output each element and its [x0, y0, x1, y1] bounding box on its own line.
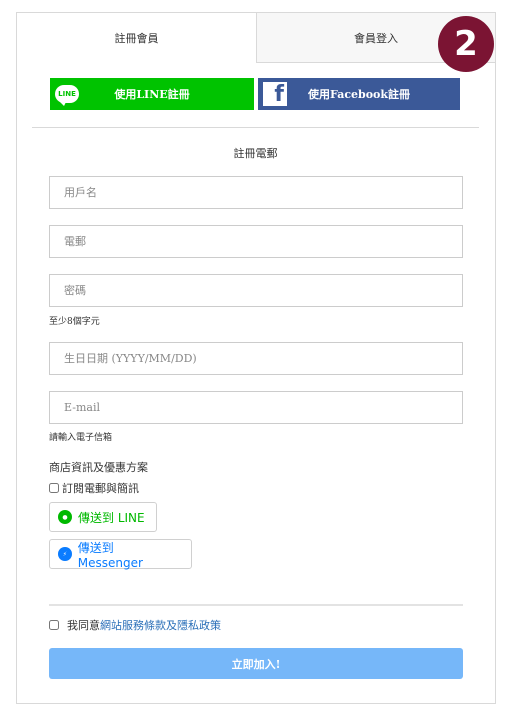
line-register-label: 使用LINE註冊 — [114, 88, 190, 101]
send-to-messenger-label: 傳送到 Messenger — [77, 540, 143, 570]
line-icon: LINE — [50, 78, 84, 110]
agree-prefix: 我同意 — [67, 619, 100, 632]
send-to-line-label: 傳送到 LINE — [78, 510, 145, 525]
section-title: 註冊電郵 — [233, 147, 278, 160]
divider — [32, 127, 479, 128]
email2-hint: 請輸入電子信箱 — [49, 433, 113, 443]
password-hint: 至少8個字元 — [49, 317, 100, 327]
password-input[interactable] — [49, 274, 463, 307]
agree-checkbox[interactable] — [49, 620, 59, 630]
messenger-icon: ⚡ — [58, 547, 72, 561]
subscribe-label: 訂閱電郵與簡訊 — [62, 482, 139, 495]
line-register-button[interactable]: LINE 使用LINE註冊 — [50, 78, 254, 110]
step-badge: 2 — [438, 16, 494, 72]
submit-button[interactable]: 立即加入! — [49, 648, 463, 679]
facebook-register-button[interactable]: f 使用Facebook註冊 — [258, 78, 460, 110]
auth-tabs: 註冊會員 會員登入 — [17, 13, 495, 63]
email2-input[interactable] — [49, 391, 463, 424]
agree-row[interactable]: 我同意 網站服務條款及隱私政策 — [49, 617, 221, 633]
facebook-icon: f — [258, 78, 292, 110]
send-to-line-button[interactable]: ● 傳送到 LINE — [49, 502, 157, 532]
username-input[interactable] — [49, 176, 463, 209]
bottom-separator — [49, 604, 463, 606]
promo-title: 商店資訊及優惠方案 — [49, 461, 148, 474]
email-input[interactable] — [49, 225, 463, 258]
facebook-register-label: 使用Facebook註冊 — [307, 88, 411, 101]
line-small-icon: ● — [58, 510, 72, 524]
policy-link[interactable]: 網站服務條款及隱私政策 — [100, 617, 221, 633]
subscribe-checkbox[interactable] — [49, 483, 59, 493]
tab-register[interactable]: 註冊會員 — [17, 13, 256, 63]
subscribe-row[interactable]: 訂閱電郵與簡訊 — [49, 480, 139, 496]
line-icon-text: LINE — [55, 85, 79, 106]
birthday-input[interactable] — [49, 342, 463, 375]
facebook-icon-text: f — [263, 82, 287, 106]
send-to-messenger-button[interactable]: ⚡ 傳送到 Messenger — [49, 539, 192, 570]
